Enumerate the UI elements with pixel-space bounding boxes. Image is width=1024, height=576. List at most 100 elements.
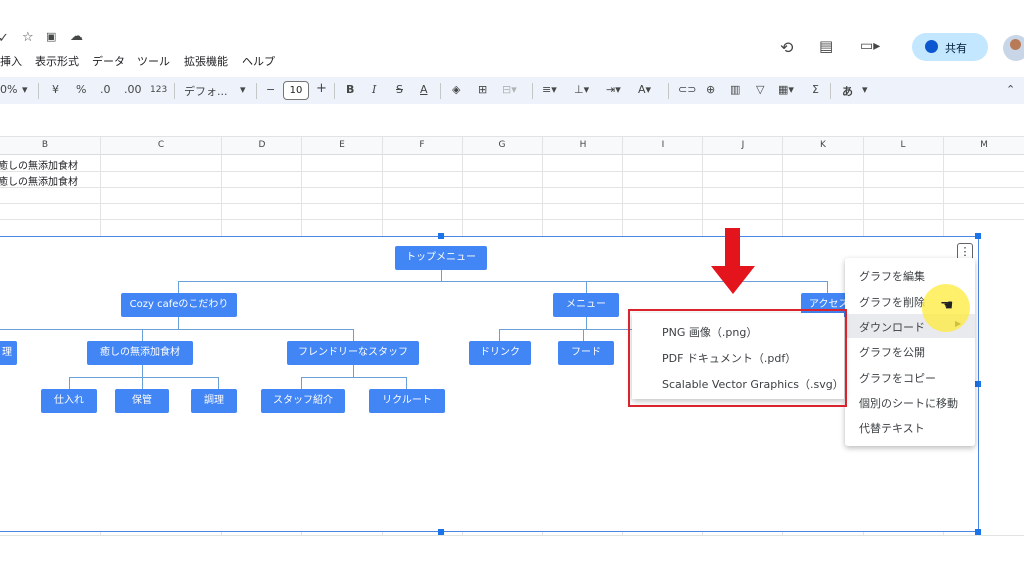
percent-button[interactable]: % <box>76 83 86 96</box>
font-size-decrease-button[interactable]: − <box>266 83 275 96</box>
check-icon[interactable]: ✓ <box>0 31 9 46</box>
align-horizontal-icon[interactable]: ≡▾ <box>542 83 557 96</box>
menu-tools[interactable]: ツール <box>137 53 170 69</box>
increase-decimal-button[interactable]: .00 <box>124 83 142 96</box>
italic-button[interactable]: I <box>372 83 376 96</box>
globe-icon <box>925 40 938 53</box>
column-header[interactable]: H <box>578 140 588 150</box>
chart-node-hokan[interactable]: 保管 <box>115 389 169 413</box>
column-header[interactable]: G <box>497 140 507 150</box>
menu-extensions[interactable]: 拡張機能 <box>184 53 228 69</box>
menu-insert[interactable]: 挿入 <box>0 53 22 69</box>
chart-connector <box>353 329 354 341</box>
column-header[interactable]: K <box>818 140 828 150</box>
zoom-chevron-icon[interactable]: ▾ <box>22 83 28 96</box>
font-select[interactable]: デフォ... <box>184 83 228 99</box>
toolbar-divider <box>440 83 441 99</box>
menu-item-publish-chart[interactable]: グラフを公開 <box>859 344 925 360</box>
chart-node-iyashi[interactable]: 癒しの無添加食材 <box>87 341 193 365</box>
merge-cells-icon[interactable]: ⊟▾ <box>502 83 517 96</box>
annotation-arrow-head <box>711 266 755 294</box>
chart-connector <box>178 317 179 329</box>
column-header[interactable]: D <box>257 140 267 150</box>
input-tools-chevron-icon[interactable]: ▾ <box>862 83 868 96</box>
input-tools-button[interactable]: あ <box>842 83 853 99</box>
version-history-icon[interactable]: ⟲ <box>780 38 793 57</box>
font-chevron-icon[interactable]: ▾ <box>240 83 246 96</box>
chart-node-cozy[interactable]: Cozy cafeのこだわり <box>121 293 237 317</box>
toolbar: 0% ▾ ¥ % .0 .00 123 デフォ... ▾ − 10 + B I … <box>0 77 1024 104</box>
strikethrough-button[interactable]: S <box>396 83 403 96</box>
menu-item-copy-chart[interactable]: グラフをコピー <box>859 370 936 386</box>
column-header-row: B C D E F G H I J K L M <box>0 136 1024 155</box>
bold-button[interactable]: B <box>346 83 354 96</box>
decrease-decimal-button[interactable]: .0 <box>100 83 111 96</box>
chart-node-staff[interactable]: スタッフ紹介 <box>261 389 345 413</box>
resize-handle[interactable] <box>438 233 444 239</box>
chart-node-food[interactable]: フード <box>558 341 614 365</box>
menu-item-move-to-sheet[interactable]: 個別のシートに移動 <box>859 395 958 411</box>
chart-node-drink[interactable]: ドリンク <box>469 341 531 365</box>
chart-connector <box>301 377 302 389</box>
menu-item-alt-text[interactable]: 代替テキスト <box>859 420 925 436</box>
currency-button[interactable]: ¥ <box>52 83 59 96</box>
menu-help[interactable]: ヘルプ <box>242 53 275 69</box>
cell-b1[interactable]: 癒しの無添加食材 <box>0 157 78 172</box>
text-color-button[interactable]: A <box>420 83 428 96</box>
chart-node-chori[interactable]: 調理 <box>191 389 237 413</box>
align-vertical-icon[interactable]: ⊥▾ <box>574 83 589 96</box>
link-icon[interactable]: ⊂⊃ <box>678 83 696 96</box>
chart-node-menu[interactable]: メニュー <box>553 293 619 317</box>
functions-icon[interactable]: Σ <box>812 83 819 96</box>
resize-handle[interactable] <box>975 233 981 239</box>
meet-icon[interactable]: ▭▸ <box>860 38 880 54</box>
star-icon[interactable]: ☆ <box>22 30 34 45</box>
comment-icon[interactable]: ⊕ <box>706 83 715 96</box>
chart-connector <box>142 377 143 389</box>
move-folder-icon[interactable]: ▣ <box>46 30 56 43</box>
column-header[interactable]: J <box>738 140 748 150</box>
font-size-input[interactable]: 10 <box>283 81 309 100</box>
column-header[interactable]: F <box>417 140 427 150</box>
text-wrap-icon[interactable]: ⇥▾ <box>606 83 621 96</box>
menu-format[interactable]: 表示形式 <box>35 53 79 69</box>
menu-item-edit-chart[interactable]: グラフを編集 <box>859 268 925 284</box>
text-rotation-icon[interactable]: A▾ <box>638 83 651 96</box>
chart-node-recruit[interactable]: リクルート <box>369 389 445 413</box>
hand-cursor-icon: ☚ <box>940 296 954 314</box>
column-header[interactable]: C <box>156 140 166 150</box>
zoom-select[interactable]: 0% <box>0 83 17 96</box>
chart-node-friendly[interactable]: フレンドリーなスタッフ <box>287 341 419 365</box>
collapse-toolbar-icon[interactable]: ⌃ <box>1006 83 1015 96</box>
cell-b2[interactable]: 癒しの無添加食材 <box>0 173 78 188</box>
chart-node-shiire[interactable]: 仕入れ <box>41 389 97 413</box>
chart-node-top-menu[interactable]: トップメニュー <box>395 246 487 270</box>
chart-icon[interactable]: ▥ <box>730 83 740 96</box>
share-button[interactable]: 共有 <box>912 33 988 61</box>
number-format-button[interactable]: 123 <box>150 85 167 95</box>
resize-handle[interactable] <box>975 529 981 535</box>
column-header[interactable]: E <box>337 140 347 150</box>
chart-connector <box>69 377 70 389</box>
avatar[interactable] <box>1003 35 1024 61</box>
column-header[interactable]: M <box>979 140 989 150</box>
menu-item-download[interactable]: ダウンロード <box>859 319 925 335</box>
resize-handle[interactable] <box>438 529 444 535</box>
filter-views-icon[interactable]: ▦▾ <box>778 83 794 96</box>
column-header[interactable]: L <box>898 140 908 150</box>
menu-data[interactable]: データ <box>92 53 125 69</box>
column-header[interactable]: B <box>40 140 50 150</box>
toolbar-divider <box>174 83 175 99</box>
column-header[interactable]: I <box>658 140 668 150</box>
cloud-status-icon[interactable]: ☁ <box>70 29 83 44</box>
menu-item-delete-chart[interactable]: グラフを削除 <box>859 294 925 310</box>
comments-icon[interactable]: ▤ <box>819 37 833 55</box>
fill-color-icon[interactable]: ◈ <box>452 83 460 96</box>
borders-icon[interactable]: ⊞ <box>478 83 487 96</box>
font-size-increase-button[interactable]: + <box>316 81 327 96</box>
filter-icon[interactable]: ▽ <box>756 83 764 96</box>
chart-node-partial[interactable]: 理 <box>0 341 17 365</box>
chart-connector <box>301 377 407 378</box>
chart-connector <box>586 281 587 293</box>
resize-handle[interactable] <box>975 381 981 387</box>
